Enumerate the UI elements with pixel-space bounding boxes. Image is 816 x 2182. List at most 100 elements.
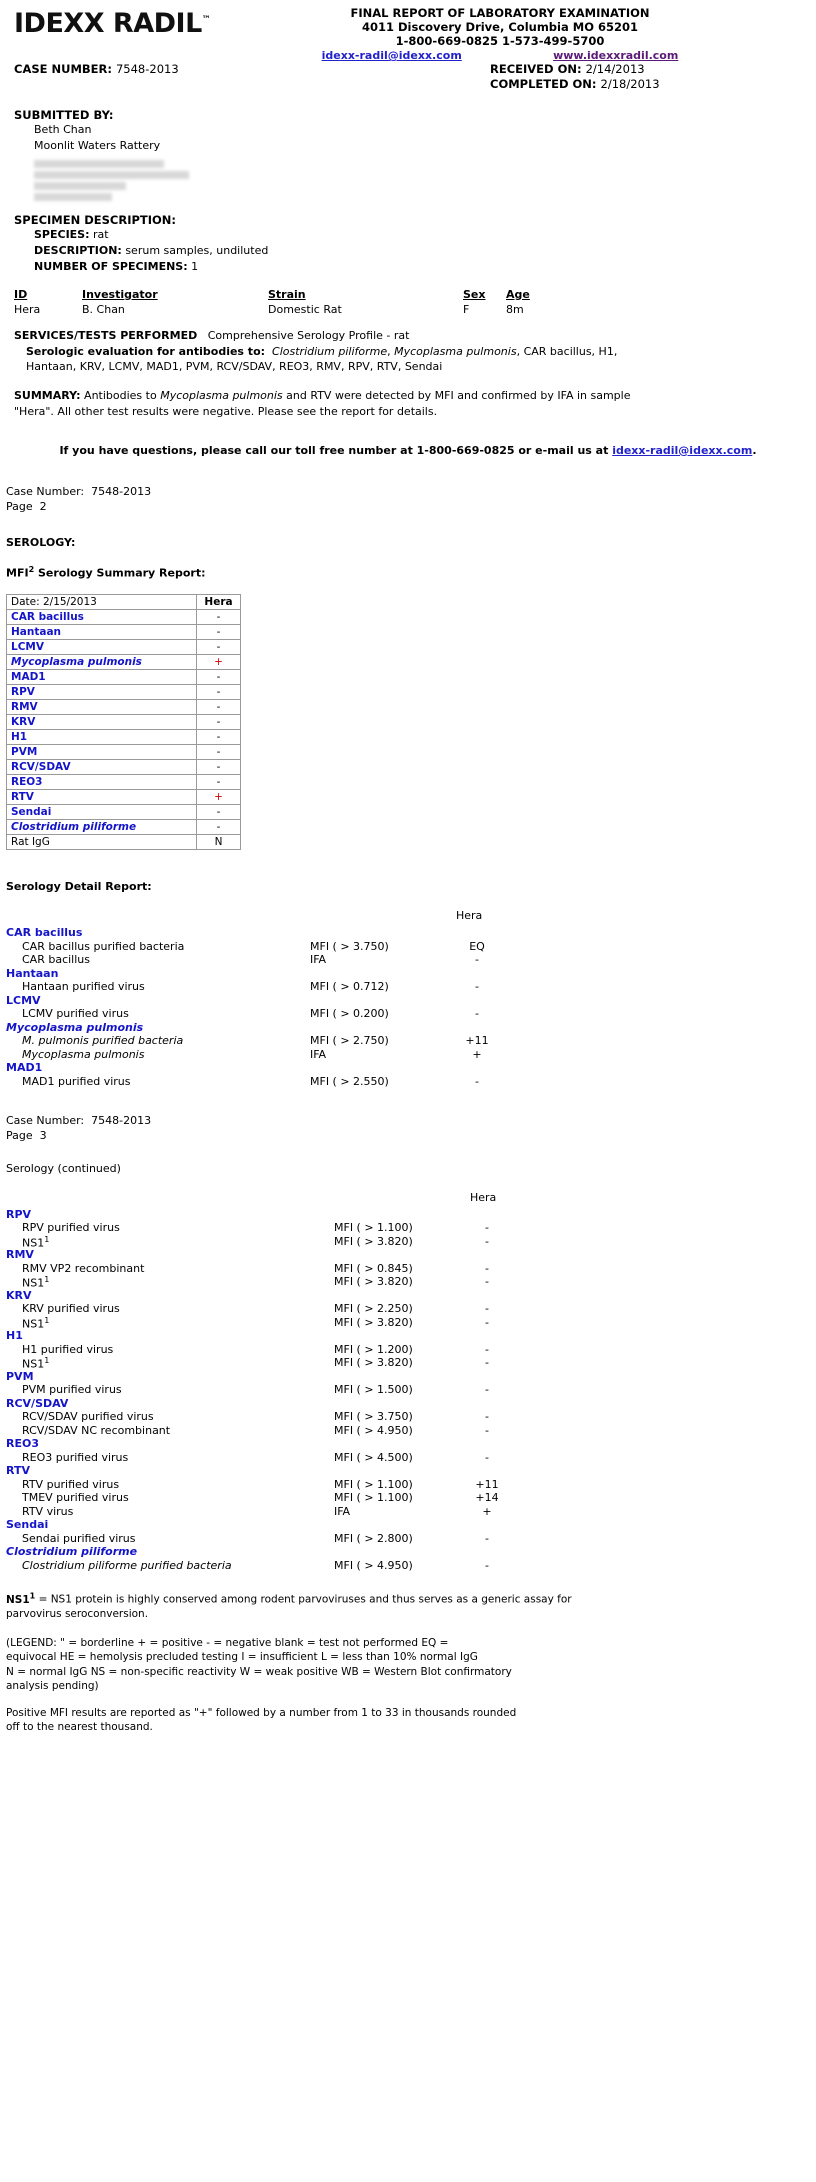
col-header-sex: Sex xyxy=(463,287,486,301)
detail-group-header: Hantaan xyxy=(6,966,59,980)
case-number-value: 7548-2013 xyxy=(115,62,179,76)
legend-line-1: (LEGEND: " = borderline + = positive - =… xyxy=(6,1636,449,1649)
table-row: H1- xyxy=(6,729,241,746)
received-on-field: RECEIVED ON: 2/14/2013 xyxy=(490,62,645,76)
cell-investigator: B. Chan xyxy=(82,302,125,316)
detail-test-result: +11 xyxy=(465,1034,489,1048)
mfi-agent-name: Rat IgG xyxy=(6,834,197,851)
mfi-agent-name: RPV xyxy=(6,684,197,701)
contact-line-before: If you have questions, please call our t… xyxy=(59,443,613,457)
mfi-agent-name: LCMV xyxy=(6,639,197,656)
detail-test-result: - xyxy=(485,1423,489,1437)
detail-test-row: Sendai purified virus MFI ( > 2.800) - xyxy=(0,1532,816,1546)
detail-test-name: RCV/SDAV purified virus xyxy=(22,1410,154,1424)
detail-test-result: - xyxy=(475,1074,479,1088)
number-of-specimens-value: 1 xyxy=(191,259,199,273)
detail-group-header: KRV xyxy=(6,1288,32,1302)
lab-report-page: IDEXX RADIL™ FINAL REPORT OF LABORATORY … xyxy=(0,0,816,1735)
detail-test-name: H1 purified virus xyxy=(22,1342,114,1356)
detail-test-method: MFI ( > 2.800) xyxy=(334,1531,413,1545)
detail-test-result: - xyxy=(485,1342,489,1356)
detail-test-method: MFI ( > 1.200) xyxy=(334,1342,413,1356)
detail-test-name: Mycoplasma pulmonis xyxy=(22,1047,145,1061)
table-row: PVM - xyxy=(6,744,241,761)
lab-address: 4011 Discovery Drive, Columbia MO 65201 xyxy=(362,20,638,35)
case-number-field: CASE NUMBER: 7548-2013 xyxy=(14,62,179,76)
table-row: REO3- xyxy=(6,774,241,791)
mfi-result-value: - xyxy=(196,624,241,641)
positive-note-line-2: off to the nearest thousand. xyxy=(6,1721,153,1734)
detail-test-name: TMEV purified virus xyxy=(22,1491,129,1505)
ns1-footnote-text: = NS1 protein is highly conserved among … xyxy=(6,1593,572,1621)
completed-on-field: COMPLETED ON: 2/18/2013 xyxy=(490,77,660,91)
detail-test-method: IFA xyxy=(310,1047,327,1061)
detail-test-method: MFI ( > 1.500) xyxy=(334,1383,413,1397)
mfi-agent-name: H1 xyxy=(6,729,197,746)
detail-test-result: +11 xyxy=(475,1477,499,1491)
detail-test-result: - xyxy=(485,1531,489,1545)
detail-test-row: MAD1 purified virus MFI ( > 2.550) - xyxy=(0,1075,816,1089)
detail-test-method: MFI ( > 1.100) xyxy=(334,1221,413,1235)
mfi-result-value: + xyxy=(196,654,241,671)
detail-test-result: - xyxy=(485,1356,489,1370)
detail-test-method: MFI ( > 1.100) xyxy=(334,1491,413,1505)
number-of-specimens-field: NUMBER OF SPECIMENS: 1 xyxy=(34,259,199,273)
detail-test-row: Hantaan purified virus MFI ( > 0.712) - xyxy=(0,980,816,994)
table-row: RCV/SDAV - xyxy=(6,759,241,776)
lab-website-link[interactable]: www.idexxradil.com xyxy=(553,49,678,62)
detail-group-header: MAD1 xyxy=(6,1061,43,1075)
detail-test-result: - xyxy=(475,980,479,994)
idexx-radil-logo: IDEXX RADIL™ xyxy=(14,8,211,39)
mfi-table-header-row: Date: 2/15/2013 Hera xyxy=(6,594,241,611)
detail-test-result: - xyxy=(475,1007,479,1021)
cell-sex: F xyxy=(463,302,470,316)
contact-email-link[interactable]: idexx-radil@idexx.com xyxy=(612,444,752,457)
detail-test-row: RPV purified virus MFI ( > 1.100) - xyxy=(0,1221,816,1235)
cell-strain: Domestic Rat xyxy=(268,302,342,316)
detail-test-name: Hantaan purified virus xyxy=(22,980,145,994)
received-on-value: 2/14/2013 xyxy=(585,62,645,76)
mfi-agent-name: Mycoplasma pulmonis xyxy=(6,654,197,671)
detail-test-row: RTV virus IFA + xyxy=(0,1505,816,1519)
detail-test-method: MFI ( > 0.712) xyxy=(310,980,389,994)
detail-test-row: REO3 purified virus MFI ( > 4.500) - xyxy=(0,1451,816,1465)
detail-test-result: + xyxy=(472,1047,482,1061)
mfi-result-value: - xyxy=(196,609,241,626)
submitter-organization: Moonlit Waters Rattery xyxy=(34,138,161,152)
detail-test-method: MFI ( > 0.845) xyxy=(334,1261,413,1275)
detail-test-row: LCMV purified virus MFI ( > 0.200) - xyxy=(0,1007,816,1021)
mfi-result-value: - xyxy=(196,759,241,776)
lab-email-link[interactable]: idexx-radil@idexx.com xyxy=(322,49,462,62)
mfi-result-value: - xyxy=(196,714,241,731)
submitter-address-redacted xyxy=(0,154,816,201)
mfi-result-value: - xyxy=(196,819,241,836)
species-value: rat xyxy=(93,227,109,241)
detail-test-row: TMEV purified virus MFI ( > 1.100) +14 xyxy=(0,1491,816,1505)
col-header-id: ID xyxy=(14,287,28,301)
mfi-agent-name: RCV/SDAV xyxy=(6,759,197,776)
mfi-agent-name: RTV xyxy=(6,789,197,806)
serology-detail-title: Serology Detail Report: xyxy=(6,880,152,894)
detail-group-header: Clostridium piliforme xyxy=(6,1545,138,1559)
table-row: LCMV - xyxy=(6,639,241,656)
mfi-agent-name: REO3 xyxy=(6,774,197,791)
mfi-agent-name: MAD1 xyxy=(6,669,197,686)
detail-test-footnote-marker: 1 xyxy=(44,1315,50,1325)
agent-mycoplasma-pulmonis: Mycoplasma pulmonis xyxy=(394,344,517,358)
detail-test-row: NS11 MFI ( > 3.820) - xyxy=(0,1356,816,1371)
detail-test-name: NS11 xyxy=(22,1356,50,1371)
detail-group-header: RTV xyxy=(6,1464,30,1478)
detail-test-method: MFI ( > 4.950) xyxy=(334,1423,413,1437)
detail-test-name: CAR bacillus purified bacteria xyxy=(22,939,185,953)
detail-test-method: MFI ( > 3.820) xyxy=(334,1315,413,1329)
detail-test-name: KRV purified virus xyxy=(22,1302,120,1316)
mfi-summary-table: Date: 2/15/2013 Hera CAR bacillus - Hantaan -… xyxy=(6,594,241,851)
mfi-agent-name: Clostridium piliforme xyxy=(6,819,197,836)
table-row: Mycoplasma pulmonis + xyxy=(6,654,241,671)
legend-line-2: equivocal HE = hemolysis precluded testi… xyxy=(6,1651,478,1664)
detail-group-header: RMV xyxy=(6,1248,34,1262)
table-row: KRV - xyxy=(6,714,241,731)
mfi-agent-name: PVM xyxy=(6,744,197,761)
detail-test-row: CAR bacillus IFA - xyxy=(0,953,816,967)
redacted-line-1 xyxy=(34,159,164,168)
